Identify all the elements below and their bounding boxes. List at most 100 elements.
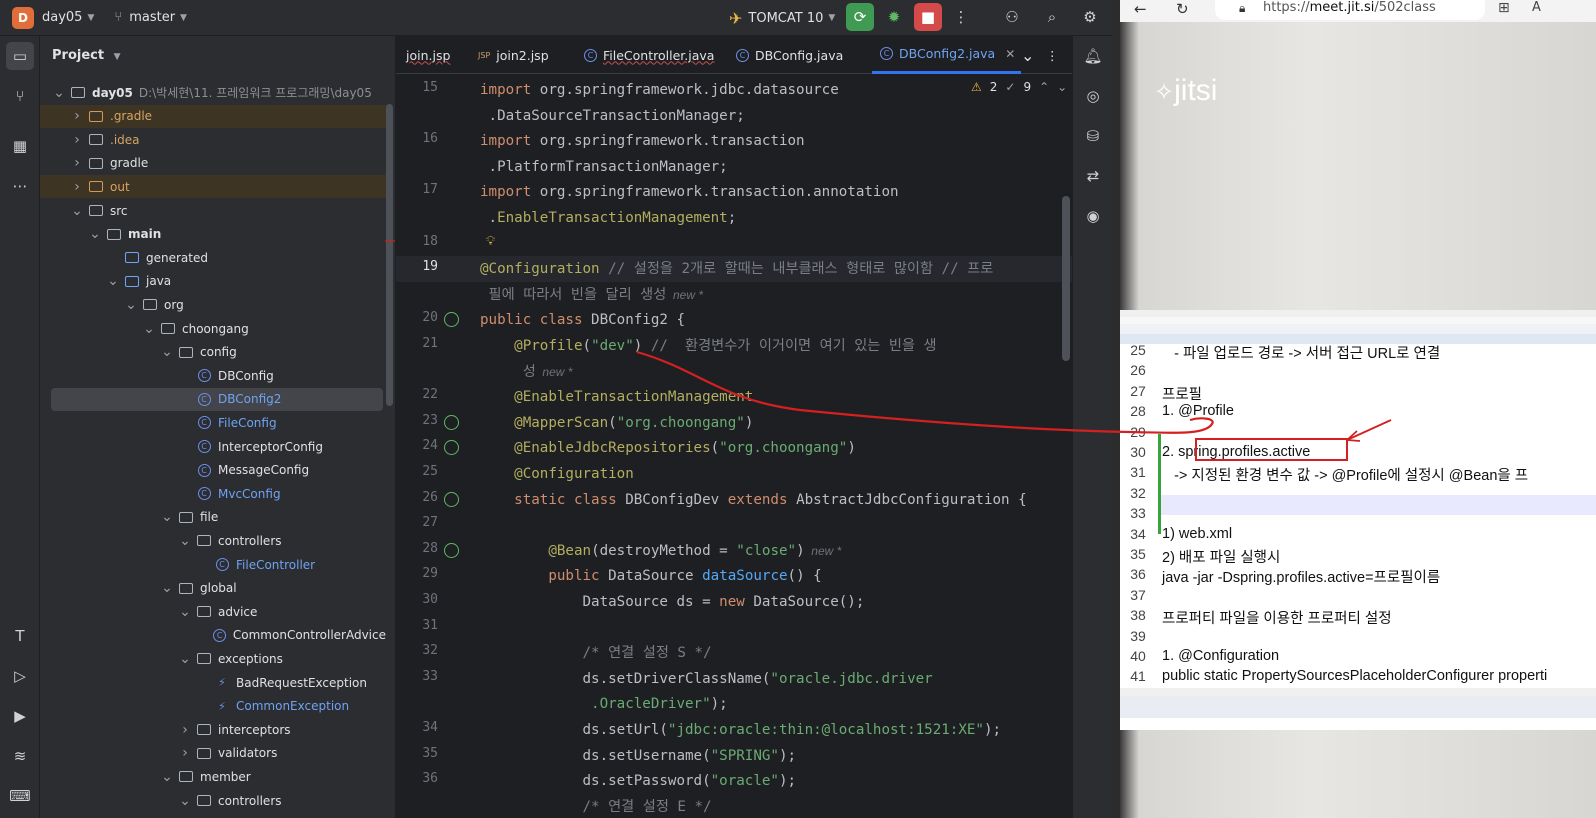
tree-arrow-icon[interactable]: › xyxy=(70,155,84,171)
tree-item[interactable]: ⌄ controllers xyxy=(40,789,386,812)
tree-item[interactable]: › .gradle xyxy=(40,104,386,128)
address-bar[interactable]: 🔒︎ https://meet.jit.si/502class xyxy=(1215,0,1485,20)
read-aloud-icon[interactable]: A xyxy=(1532,0,1541,15)
mapper-scan-icon[interactable] xyxy=(444,414,459,430)
tree-arrow-icon[interactable]: ⌄ xyxy=(142,321,156,337)
code-line[interactable]: DataSource ds = new DataSource(); xyxy=(480,592,864,612)
database-icon[interactable]: ⛁ xyxy=(1079,122,1107,150)
tree-item[interactable]: C FileConfig xyxy=(40,411,386,434)
code-line[interactable]: 성 new * xyxy=(480,362,573,382)
code-line[interactable]: ds.setUsername("SPRING"); xyxy=(480,746,796,766)
code-line[interactable]: ds.setUrl("jdbc:oracle:thin:@localhost:1… xyxy=(480,720,1001,740)
tree-arrow-icon[interactable]: ⌄ xyxy=(160,580,174,596)
tree-arrow-icon[interactable]: ⌄ xyxy=(160,509,174,525)
tree-item[interactable]: ⌄ day05 D:\박세현\11. 프레임워크 프로그래밍\day05 xyxy=(40,81,386,104)
code-line[interactable]: .EnableTransactionManagement; xyxy=(480,208,737,228)
tree-scrollbar[interactable] xyxy=(386,104,393,406)
tree-arrow-icon[interactable]: ⌄ xyxy=(160,769,174,785)
tree-item[interactable]: C CommonControllerAdvice xyxy=(40,624,386,647)
services-icon[interactable]: ▷ xyxy=(6,662,34,690)
code-line[interactable]: import org.springframework.transaction.a… xyxy=(480,182,899,202)
code-line[interactable]: @Bean(destroyMethod = "close") new * xyxy=(480,541,841,561)
code-line[interactable]: @Configuration xyxy=(480,464,634,484)
code-line[interactable]: /* 연결 설정 E */ xyxy=(480,797,711,817)
code-line[interactable]: ds.setPassword("oracle"); xyxy=(480,771,796,791)
tree-item[interactable]: ⌄ member xyxy=(40,765,386,788)
debug-icon[interactable]: ✹ xyxy=(880,3,908,31)
tree-item[interactable]: C MessageConfig xyxy=(40,459,386,482)
code-line[interactable]: @EnableTransactionManagement xyxy=(480,387,753,407)
tree-item[interactable]: › out xyxy=(40,175,386,199)
editor-tab[interactable]: JSP join2.jsp xyxy=(478,36,549,74)
tree-arrow-icon[interactable]: ⌄ xyxy=(106,273,120,289)
editor-scrollbar[interactable] xyxy=(1062,196,1070,361)
code-line[interactable]: @Profile("dev") // 환경변수가 이거이면 여기 있는 빈을 생 xyxy=(480,336,936,356)
back-arrow-icon[interactable]: ← xyxy=(1134,0,1147,18)
tree-item[interactable]: ⌄ file xyxy=(40,506,386,529)
tree-arrow-icon[interactable]: ⌄ xyxy=(178,793,192,809)
tree-item[interactable]: ⚡ BadRequestException xyxy=(40,671,386,694)
tree-arrow-icon[interactable]: › xyxy=(70,179,84,195)
terminal-icon[interactable]: ⌨ xyxy=(6,782,34,810)
code-line[interactable]: @Configuration // 설정을 2개로 할때는 내부클래스 형태로 … xyxy=(480,259,993,279)
tree-arrow-icon[interactable]: › xyxy=(178,722,192,738)
add-user-icon[interactable]: ⚇ xyxy=(998,3,1026,31)
run-config-selector[interactable]: ✈ TOMCAT 10 ▼ xyxy=(729,0,835,36)
code-line[interactable]: .OracleDriver"); xyxy=(480,694,728,714)
tabs-dropdown-icon[interactable]: ⌄ xyxy=(1021,36,1034,74)
tree-item[interactable]: ⌄ advice xyxy=(40,600,386,623)
tree-arrow-icon[interactable]: › xyxy=(70,132,84,148)
tree-item[interactable]: C FileController xyxy=(40,553,386,576)
tree-item[interactable]: ⌄ src xyxy=(40,199,386,222)
tree-item[interactable]: C MvcConfig xyxy=(40,482,386,505)
tree-item[interactable]: ⚡ CommonException xyxy=(40,695,386,718)
search-icon[interactable]: ⌕ xyxy=(1038,3,1066,31)
tree-arrow-icon[interactable]: ⌄ xyxy=(124,297,138,313)
editor-tab[interactable]: C FileController.java xyxy=(584,36,714,74)
tree-item[interactable]: C InterceptorConfig xyxy=(40,435,386,458)
tree-item[interactable]: ⌄ choongang xyxy=(40,317,386,340)
code-line[interactable]: import org.springframework.transaction xyxy=(480,131,805,151)
tree-item[interactable]: C DBConfig2 xyxy=(51,387,383,411)
gradle-hammer-icon[interactable]: T xyxy=(6,622,34,650)
tree-item[interactable]: ⌄ controllers xyxy=(40,529,386,552)
bean-method-icon[interactable] xyxy=(444,542,459,558)
code-line[interactable]: .DataSourceTransactionManager; xyxy=(480,106,745,126)
code-line[interactable]: @MapperScan("org.choongang") xyxy=(480,413,753,433)
tree-item[interactable]: › interceptors xyxy=(40,718,386,741)
tree-arrow-icon[interactable]: ⌄ xyxy=(178,604,192,620)
notifications-bell-icon[interactable]: 🔔︎ xyxy=(1079,42,1107,70)
bean-run-icon[interactable] xyxy=(444,312,459,328)
project-panel-title[interactable]: Project ▼ xyxy=(52,48,121,63)
rerun-button[interactable]: ⟳ xyxy=(846,3,874,31)
more-tools-icon[interactable]: ⋯ xyxy=(6,172,34,200)
commit-icon[interactable]: ⑂ xyxy=(6,82,34,110)
stop-button[interactable]: ■ xyxy=(914,3,942,31)
editor-tab[interactable]: C DBConfig2.java ✕ xyxy=(872,36,1022,74)
code-line[interactable]: 필에 따라서 빈을 달리 생성 new * xyxy=(480,285,703,305)
bean-run-icon[interactable] xyxy=(444,491,459,507)
code-line[interactable]: import org.springframework.jdbc.datasour… xyxy=(480,80,839,100)
tree-item[interactable]: ⌄ main xyxy=(40,223,386,246)
tree-item[interactable]: › validators xyxy=(40,742,386,765)
tabs-more-icon[interactable]: ⋮ xyxy=(1046,36,1059,74)
tree-arrow-icon[interactable]: › xyxy=(178,745,192,761)
tree-arrow-icon[interactable]: ⌄ xyxy=(160,344,174,360)
code-line[interactable]: /* 연결 설정 S */ xyxy=(480,643,712,663)
project-folder-icon[interactable]: ▭ xyxy=(6,42,34,70)
tree-arrow-icon[interactable]: ⌄ xyxy=(178,651,192,667)
apps-icon[interactable]: ⊞ xyxy=(1498,0,1510,16)
tree-item[interactable]: ⌄ config xyxy=(40,341,386,364)
reload-icon[interactable]: ↻ xyxy=(1176,0,1189,18)
branch-selector[interactable]: ⑂ master ▼ xyxy=(114,10,187,25)
tree-arrow-icon[interactable]: ⌄ xyxy=(70,203,84,219)
settings-gear-icon[interactable]: ⚙ xyxy=(1076,3,1104,31)
endpoints-icon[interactable]: ⇄ xyxy=(1079,162,1107,190)
tree-arrow-icon[interactable]: ⌄ xyxy=(178,533,192,549)
close-icon[interactable]: ✕ xyxy=(1005,47,1015,61)
project-badge[interactable]: D xyxy=(12,6,34,29)
editor-tab[interactable]: C DBConfig.java xyxy=(736,36,843,74)
tree-arrow-icon[interactable]: ⌄ xyxy=(88,226,102,242)
tree-item[interactable]: generated xyxy=(40,246,386,269)
tree-item[interactable]: › .idea xyxy=(40,128,386,151)
